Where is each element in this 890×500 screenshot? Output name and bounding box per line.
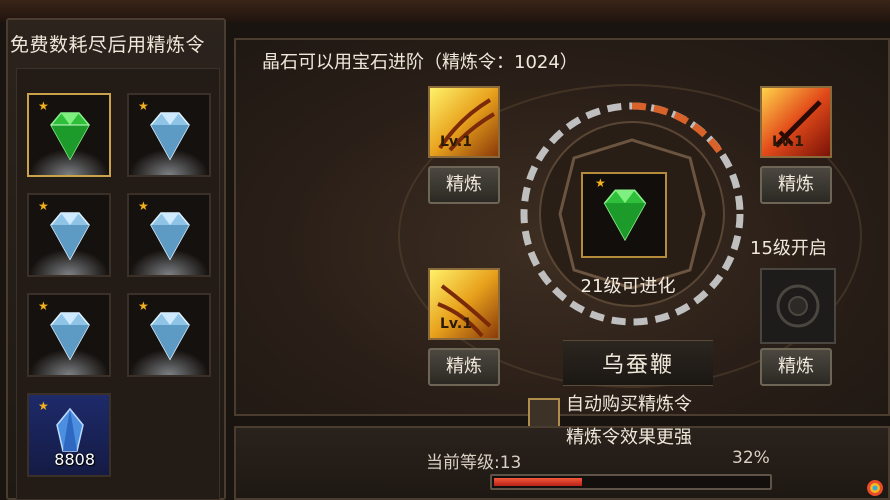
locked-emblem-icon [776,284,820,328]
refine-button-top-left[interactable]: 精炼 [428,166,500,204]
refine-panel: 晶石可以用宝石进阶（精炼令：1024） ★ 21级可进化 乌蚕鞭 Lv.1 精炼… [234,38,890,416]
evolve-level-caption: 21级可进化 [580,276,676,297]
inventory-slot-blue-gem[interactable]: ★ [127,193,211,277]
item-name-plate: 乌蚕鞭 [563,340,713,386]
inventory-slot-green-gem[interactable]: ★ [27,93,111,177]
skill-slot-top-left[interactable]: Lv.1 [428,86,500,158]
skill-slot-top-right[interactable]: Lv.1 [760,86,832,158]
inventory-title: 免费数耗尽后用精炼令 [10,34,206,56]
inventory-grid: ★ ★ ★ ★ ★ ★ ★ 8808 [16,68,220,500]
current-level-label: 当前等级:13 [426,453,522,473]
skill-slot-bottom-left[interactable]: Lv.1 [428,268,500,340]
inventory-slot-crystal[interactable]: ★ 8808 [27,393,111,477]
inventory-slot-blue-gem[interactable]: ★ [27,293,111,377]
refine-button-bottom-left[interactable]: 精炼 [428,348,500,386]
blue-gem-icon [50,212,90,261]
level-progress-bar [490,474,772,490]
blue-gem-icon [150,312,190,361]
blue-gem-icon [150,112,190,161]
item-count: 8808 [54,450,95,469]
app-logo-icon [867,480,883,496]
skill-level: Lv.1 [772,134,804,150]
item-name: 乌蚕鞭 [601,353,674,378]
refine-button-bottom-right[interactable]: 精炼 [760,348,832,386]
inventory-slot-blue-gem[interactable]: ★ [127,293,211,377]
green-gem-icon [50,112,90,161]
unlock-level-text: 15级开启 [750,238,827,259]
skill-level: Lv.1 [440,134,472,150]
green-gem-icon [603,189,647,242]
effect-hint-label: 精炼令效果更强 [566,427,692,448]
inventory-slot-blue-gem[interactable]: ★ [127,93,211,177]
gem-inventory-panel: 免费数耗尽后用精炼令 ★ ★ ★ ★ ★ ★ ★ 8808 [6,18,226,500]
skill-level: Lv.1 [440,316,472,332]
center-gem-slot[interactable]: ★ [581,172,667,258]
auto-buy-label: 自动购买精炼令 [566,394,692,415]
level-progress-fill [494,478,582,486]
blue-gem-icon [50,312,90,361]
progress-percent-label: 32% [732,448,770,468]
locked-skill-slot[interactable] [760,268,836,344]
refine-button-top-right[interactable]: 精炼 [760,166,832,204]
refine-info-text: 晶石可以用宝石进阶（精炼令：1024） [262,52,578,73]
blue-gem-icon [150,212,190,261]
inventory-slot-blue-gem[interactable]: ★ [27,193,111,277]
